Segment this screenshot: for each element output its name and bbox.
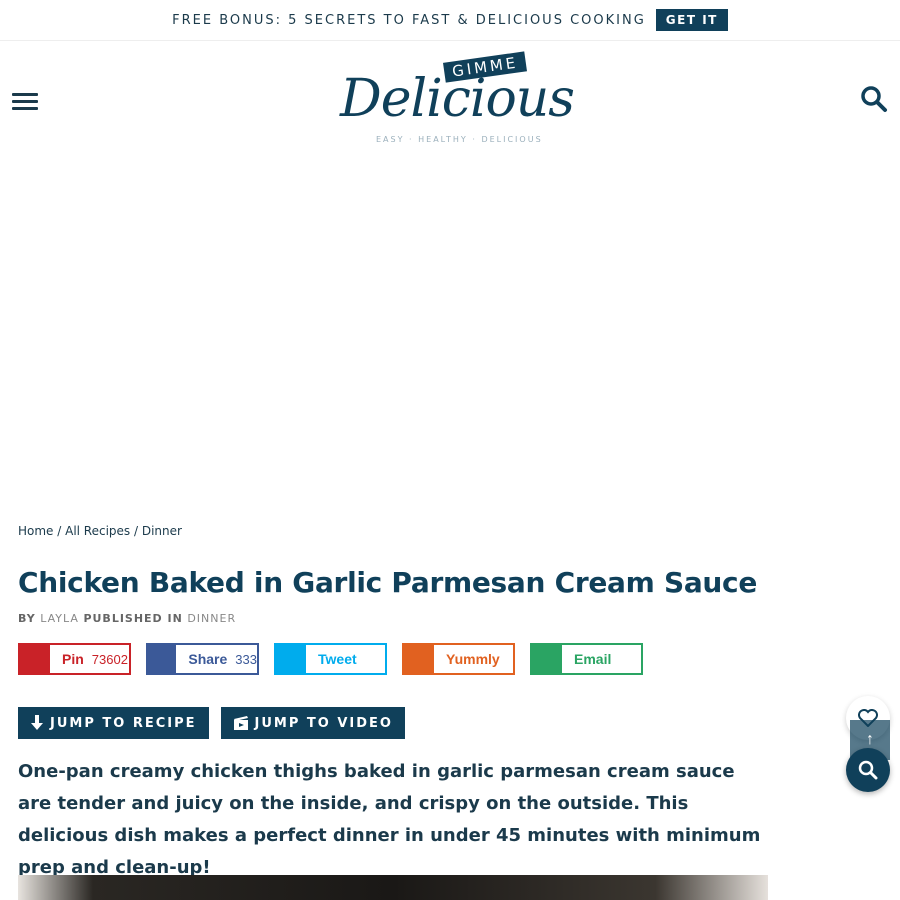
arrow-up-icon: ↑ (866, 731, 874, 748)
twitter-icon (276, 645, 306, 673)
jump-buttons: JUMP TO RECIPE JUMP TO VIDEO (18, 707, 405, 739)
search-icon[interactable] (860, 85, 888, 113)
yummly-button[interactable]: Yummly (402, 643, 515, 675)
breadcrumb: Home / All Recipes / Dinner (18, 524, 182, 538)
hero-image (18, 875, 768, 900)
video-icon (233, 716, 248, 730)
share-label: Share (188, 651, 228, 667)
category-link[interactable]: DINNER (187, 612, 236, 625)
hamburger-icon[interactable] (12, 93, 38, 111)
pin-count: 73602 (91, 651, 128, 667)
email-label: Email (574, 651, 612, 667)
breadcrumb-dinner[interactable]: Dinner (142, 524, 182, 538)
breadcrumb-sep: / (53, 524, 66, 538)
logo-tagline: EASY · HEALTHY · DELICIOUS (376, 135, 543, 144)
breadcrumb-all-recipes[interactable]: All Recipes (65, 524, 130, 538)
pin-label: Pin (62, 651, 84, 667)
pin-button[interactable]: Pin 73602 (18, 643, 131, 675)
jump-to-recipe-button[interactable]: JUMP TO RECIPE (18, 707, 209, 739)
published-label: PUBLISHED IN (83, 612, 183, 625)
jump-to-video-button[interactable]: JUMP TO VIDEO (220, 707, 405, 739)
floating-search-button[interactable] (846, 748, 890, 792)
pinterest-icon (20, 645, 50, 673)
jump-to-video-label: JUMP TO VIDEO (254, 715, 393, 731)
yummly-icon (404, 645, 434, 673)
promo-text: FREE BONUS: 5 SECRETS TO FAST & DELICIOU… (172, 12, 646, 28)
share-buttons: Pin 73602 Share 333 Tweet Yummly Email (18, 643, 643, 675)
get-it-button[interactable]: GET IT (655, 9, 728, 31)
page-title: Chicken Baked in Garlic Parmesan Cream S… (18, 566, 758, 599)
search-icon (858, 760, 878, 780)
tweet-button[interactable]: Tweet (274, 643, 387, 675)
arrow-down-icon (31, 715, 43, 730)
email-icon (532, 645, 562, 673)
breadcrumb-home[interactable]: Home (18, 524, 53, 538)
tweet-label: Tweet (318, 651, 357, 667)
facebook-share-button[interactable]: Share 333 (146, 643, 259, 675)
author-link[interactable]: LAYLA (40, 612, 79, 625)
post-intro: One-pan creamy chicken thighs baked in g… (18, 761, 761, 878)
share-count: 333 (235, 651, 257, 667)
site-logo[interactable]: GIMME Delicious EASY · HEALTHY · DELICIO… (340, 51, 575, 149)
breadcrumb-sep: / (130, 524, 142, 538)
by-label: BY (18, 612, 36, 625)
yummly-label: Yummly (446, 651, 500, 667)
jump-to-recipe-label: JUMP TO RECIPE (50, 715, 197, 731)
facebook-icon (148, 645, 177, 673)
site-header: GIMME Delicious EASY · HEALTHY · DELICIO… (0, 41, 900, 161)
logo-wordmark: Delicious (340, 69, 575, 129)
email-button[interactable]: Email (530, 643, 643, 675)
promo-bar: FREE BONUS: 5 SECRETS TO FAST & DELICIOU… (0, 0, 900, 41)
post-byline: BY LAYLA PUBLISHED IN DINNER (18, 612, 236, 625)
